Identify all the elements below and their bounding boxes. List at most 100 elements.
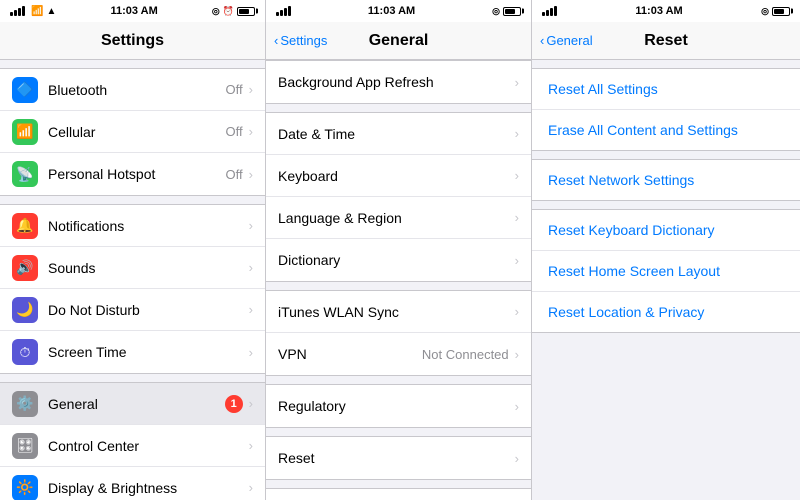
notifications-label: Notifications [48, 218, 249, 234]
row-itunes[interactable]: iTunes WLAN Sync › [266, 291, 531, 333]
settings-group-general: ⚙️ General 1 › 🎛 Control Center › 🔆 Disp… [0, 382, 265, 500]
row-notifications[interactable]: 🔔 Notifications › [0, 205, 265, 247]
bar2 [14, 10, 17, 16]
nav-back-reset[interactable]: ‹ General [540, 33, 593, 48]
hotspot-chevron: › [249, 167, 253, 182]
row-reset-location[interactable]: Reset Location & Privacy [532, 292, 800, 332]
status-time-1: 11:03 AM [110, 5, 157, 17]
bar4 [288, 6, 291, 16]
nav-bar-settings: Settings [0, 22, 265, 60]
row-cellular[interactable]: 📶 Cellular Off › [0, 111, 265, 153]
keyboard-chevron: › [515, 168, 519, 183]
erase-all-label: Erase All Content and Settings [548, 122, 738, 138]
itunes-label: iTunes WLAN Sync [278, 304, 515, 320]
row-reset-keyboard[interactable]: Reset Keyboard Dictionary [532, 210, 800, 251]
panel-reset: 11:03 AM ◎ ‹ General Reset Reset All Set… [532, 0, 800, 500]
row-dnd[interactable]: 🌙 Do Not Disturb › [0, 289, 265, 331]
row-keyboard[interactable]: Keyboard › [266, 155, 531, 197]
status-time-3: 11:03 AM [635, 5, 682, 17]
row-reset[interactable]: Reset › [266, 437, 531, 479]
screentime-icon: ⏱ [12, 339, 38, 365]
bg-refresh-chevron: › [515, 75, 519, 90]
regulatory-chevron: › [515, 399, 519, 414]
bluetooth-chevron: › [249, 82, 253, 97]
location-icon-3: ◎ [761, 6, 769, 17]
bar4 [22, 6, 25, 16]
display-label: Display & Brightness [48, 480, 249, 496]
row-screentime[interactable]: ⏱ Screen Time › [0, 331, 265, 373]
status-signal-3 [542, 6, 557, 16]
battery-fill-1 [239, 9, 249, 14]
row-vpn[interactable]: VPN Not Connected › [266, 333, 531, 375]
row-reset-home-screen[interactable]: Reset Home Screen Layout [532, 251, 800, 292]
notifications-icon: 🔔 [12, 213, 38, 239]
panel-settings: 📶 ▲ 11:03 AM ◎ ⏰ Settings 🔷 Bluetooth Of… [0, 0, 266, 500]
general-label: General [48, 396, 225, 412]
settings-list: 🔷 Bluetooth Off › 📶 Cellular Off › 📡 Per… [0, 60, 265, 500]
vpn-chevron: › [515, 347, 519, 362]
settings-group-network: 🔷 Bluetooth Off › 📶 Cellular Off › 📡 Per… [0, 68, 265, 196]
status-right-2: ◎ [492, 6, 521, 17]
signal-icon-3 [542, 6, 557, 16]
control-center-icon: 🎛 [12, 433, 38, 459]
back-chevron-reset: ‹ [540, 33, 544, 48]
row-erase-all[interactable]: Erase All Content and Settings [532, 110, 800, 150]
reset-keyboard-label: Reset Keyboard Dictionary [548, 222, 715, 238]
group-regulatory: Regulatory › [266, 384, 531, 428]
sounds-icon: 🔊 [12, 255, 38, 281]
reset-location-label: Reset Location & Privacy [548, 304, 704, 320]
language-label: Language & Region [278, 210, 515, 226]
row-datetime[interactable]: Date & Time › [266, 113, 531, 155]
row-dictionary[interactable]: Dictionary › [266, 239, 531, 281]
cellular-chevron: › [249, 124, 253, 139]
general-badge: 1 [225, 395, 243, 413]
row-bg-refresh[interactable]: Background App Refresh › [266, 61, 531, 103]
row-reset-all-settings[interactable]: Reset All Settings [532, 69, 800, 110]
group-datetime: Date & Time › Keyboard › Language & Regi… [266, 112, 531, 282]
signal-icon [10, 6, 25, 16]
display-chevron: › [249, 480, 253, 495]
language-chevron: › [515, 210, 519, 225]
row-general[interactable]: ⚙️ General 1 › [0, 383, 265, 425]
bar2 [546, 10, 549, 16]
row-bluetooth[interactable]: 🔷 Bluetooth Off › [0, 69, 265, 111]
notifications-chevron: › [249, 218, 253, 233]
back-label-reset: General [546, 33, 592, 48]
row-regulatory[interactable]: Regulatory › [266, 385, 531, 427]
display-icon: 🔆 [12, 475, 38, 500]
carrier-label: 📶 [31, 6, 43, 17]
shutdown-row[interactable]: Shut Down [266, 488, 531, 500]
status-signal-2 [276, 6, 291, 16]
panel-general: 11:03 AM ◎ ‹ Settings General Background… [266, 0, 532, 500]
row-hotspot[interactable]: 📡 Personal Hotspot Off › [0, 153, 265, 195]
cellular-value: Off [226, 124, 243, 139]
vpn-value: Not Connected [422, 347, 509, 362]
status-bar-2: 11:03 AM ◎ [266, 0, 531, 22]
status-right-1: ◎ ⏰ [212, 6, 255, 17]
battery-icon-2 [503, 7, 521, 16]
bar3 [18, 8, 21, 16]
bar4 [554, 6, 557, 16]
sounds-chevron: › [249, 260, 253, 275]
bluetooth-value: Off [226, 82, 243, 97]
general-list: Background App Refresh › Date & Time › K… [266, 60, 531, 500]
general-chevron: › [249, 396, 253, 411]
status-bar-1: 📶 ▲ 11:03 AM ◎ ⏰ [0, 0, 265, 22]
group-reset-all-settings: Reset All Settings Erase All Content and… [532, 68, 800, 151]
control-center-label: Control Center [48, 438, 249, 454]
nav-bar-reset: ‹ General Reset [532, 22, 800, 60]
nav-back-general[interactable]: ‹ Settings [274, 33, 327, 48]
row-sounds[interactable]: 🔊 Sounds › [0, 247, 265, 289]
row-reset-network[interactable]: Reset Network Settings [532, 160, 800, 200]
row-control-center[interactable]: 🎛 Control Center › [0, 425, 265, 467]
dnd-icon: 🌙 [12, 297, 38, 323]
row-language[interactable]: Language & Region › [266, 197, 531, 239]
bluetooth-icon: 🔷 [12, 77, 38, 103]
battery-fill-3 [774, 9, 784, 14]
status-bar-3: 11:03 AM ◎ [532, 0, 800, 22]
row-display[interactable]: 🔆 Display & Brightness › [0, 467, 265, 500]
bar3 [284, 8, 287, 16]
reset-label: Reset [278, 450, 515, 466]
status-right-3: ◎ [761, 6, 790, 17]
bar3 [550, 8, 553, 16]
